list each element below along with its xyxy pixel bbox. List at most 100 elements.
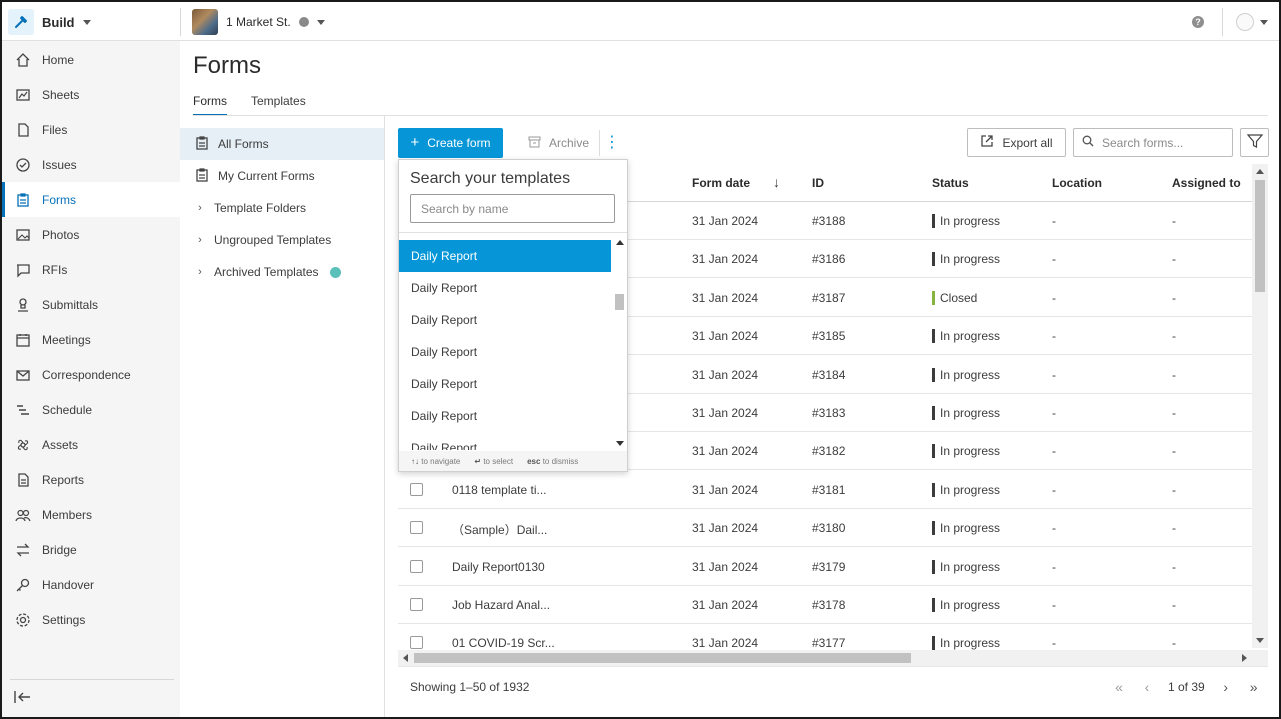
cell-id-text: #3178 [812,598,846,612]
cell-status-text: In progress [940,406,1001,420]
sidebar-item-assets[interactable]: Assets [2,427,180,462]
collapse-sidebar-icon[interactable] [14,690,32,704]
cell-name[interactable]: 01 COVID-19 Scr... [452,636,555,650]
column-header-form-date[interactable]: Form date [692,176,750,190]
project-switcher[interactable]: 1 Market St. [192,8,325,36]
filter-button[interactable] [1240,128,1269,157]
vertical-scrollbar[interactable] [1252,164,1268,648]
template-option[interactable]: Daily Report [399,368,611,400]
sidebar-item-meetings[interactable]: Meetings [2,322,180,357]
table-row[interactable]: （Sample）Dail... 31 Jan 2024 #3180 In progre… [398,509,1252,548]
meetings-icon [14,331,32,349]
template-option[interactable]: Daily Report [399,336,611,368]
status-indicator [932,482,935,497]
search-forms-input[interactable] [1102,135,1222,150]
table-row[interactable]: 0118 template ti... 31 Jan 2024 #3181 In pr… [398,471,1252,509]
sidebar-item-submittals[interactable]: Submittals [2,287,180,322]
sidebar-item-forms[interactable]: Forms [2,182,180,217]
sidebar-item-home[interactable]: Home [2,42,180,77]
row-checkbox[interactable] [410,521,423,535]
scroll-down-icon[interactable] [616,441,624,446]
template-option[interactable]: Daily Report [399,272,611,304]
cell-name[interactable]: （Sample）Dail... [452,521,547,538]
template-item-my-current-forms[interactable]: My Current Forms [180,160,384,192]
column-header-id[interactable]: ID [812,176,824,190]
sidebar-item-schedule[interactable]: Schedule [2,392,180,427]
sidebar-item-sheets[interactable]: Sheets [2,77,180,112]
more-options-icon[interactable]: ⋮ [602,132,622,154]
tab-templates[interactable]: Templates [251,94,306,116]
template-option[interactable]: Daily Report [399,240,611,272]
cell-form-date-text: 31 Jan 2024 [692,598,759,612]
archive-button[interactable]: Archive [520,128,597,158]
sidebar-item-label: Photos [42,227,80,242]
row-checkbox[interactable] [410,636,423,650]
template-option[interactable]: Daily Report [399,304,611,336]
sidebar-item-reports[interactable]: Reports [2,462,180,497]
sidebar-item-label: Reports [42,472,85,487]
sidebar-item-handover[interactable]: Handover [2,567,180,602]
template-item-ungrouped-templates[interactable]: › Ungrouped Templates [180,224,384,256]
scroll-down-icon[interactable] [1256,638,1264,643]
create-form-button[interactable]: + Create form [398,128,503,158]
sort-descending-icon[interactable]: ↓ [773,174,780,190]
row-checkbox[interactable] [410,598,423,611]
cell-name[interactable]: 0118 template ti... [452,483,547,497]
sidebar-item-correspondence[interactable]: Correspondence [2,357,180,392]
sheets-icon [14,86,32,104]
table-row[interactable]: 01 COVID-19 Scr... 31 Jan 2024 #3177 In pro… [398,624,1252,650]
cell-name[interactable]: Daily Report0130 [452,560,545,574]
scroll-thumb[interactable] [615,294,624,310]
template-option[interactable]: Daily Report [399,432,611,450]
cell-name[interactable]: Job Hazard Anal... [452,598,550,612]
column-header-assigned-to[interactable]: Assigned to [1172,176,1241,190]
sidebar-item-bridge[interactable]: Bridge [2,532,180,567]
cell-location-text: - [1052,482,1056,497]
user-menu[interactable] [1236,13,1268,31]
chevron-down-icon [1260,19,1268,25]
previous-page-icon[interactable]: ‹ [1140,679,1154,695]
scroll-thumb[interactable] [1255,180,1265,292]
row-checkbox[interactable] [410,482,423,496]
next-page-icon[interactable]: › [1219,679,1233,695]
scroll-thumb[interactable] [414,653,911,663]
row-checkbox[interactable] [410,559,423,573]
cell-form-date: 31 Jan 2024 [692,636,758,650]
column-header-status[interactable]: Status [932,176,969,190]
scroll-up-icon[interactable] [616,240,624,245]
scroll-up-icon[interactable] [1256,169,1264,174]
cell-location-text: - [1052,444,1056,459]
sidebar-item-photos[interactable]: Photos [2,217,180,252]
first-page-icon[interactable]: « [1112,679,1126,695]
scroll-left-icon[interactable] [403,654,408,662]
sidebar-item-files[interactable]: Files [2,112,180,147]
export-all-button[interactable]: Export all [967,128,1066,157]
last-page-icon[interactable]: » [1247,679,1261,695]
help-icon[interactable]: ? [1192,16,1204,28]
cell-status: In progress [932,598,1000,612]
template-search-input[interactable] [410,194,615,223]
sidebar-item-settings[interactable]: Settings [2,602,180,637]
horizontal-scrollbar[interactable] [398,650,1252,666]
search-forms-field[interactable] [1073,128,1233,157]
cell-location: - [1052,214,1056,228]
tab-forms[interactable]: Forms [193,94,227,116]
sidebar-item-issues[interactable]: Issues [2,147,180,182]
sidebar-item-rfis[interactable]: RFIs [2,252,180,287]
table-row[interactable]: Daily Report0130 31 Jan 2024 #3179 In progr… [398,548,1252,586]
cell-status-text: In progress [940,367,1001,382]
app-switcher[interactable]: Build [8,9,91,35]
template-item-archived-templates[interactable]: › Archived Templates [180,256,384,288]
cell-name-text: Daily Report0130 [452,559,545,574]
template-list-scrollbar[interactable] [612,240,627,450]
scroll-right-icon[interactable] [1242,654,1247,662]
filter-icon [1246,133,1263,152]
cell-id: #3183 [812,406,845,420]
template-option[interactable]: Daily Report [399,400,611,432]
cell-id-text: #3182 [812,444,846,459]
template-item-all-forms[interactable]: All Forms [180,128,384,160]
template-item-template-folders[interactable]: › Template Folders [180,192,384,224]
table-row[interactable]: Job Hazard Anal... 31 Jan 2024 #3178 In pro… [398,586,1252,624]
column-header-location[interactable]: Location [1052,176,1102,190]
sidebar-item-members[interactable]: Members [2,497,180,532]
